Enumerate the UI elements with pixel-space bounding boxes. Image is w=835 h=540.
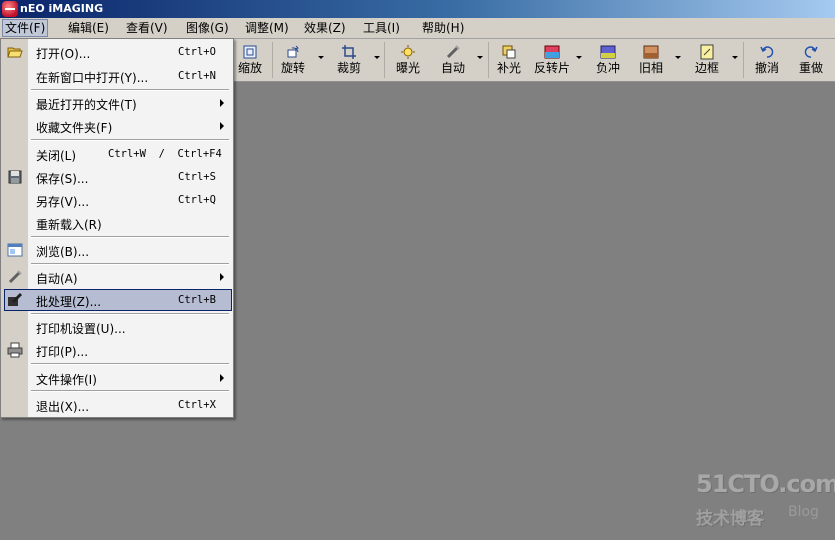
- fill-light-icon: [501, 44, 517, 60]
- submenu-arrow-icon: [220, 99, 224, 107]
- menu-open[interactable]: 打开(O)... Ctrl+O: [1, 41, 233, 63]
- menu-printer-setup[interactable]: 打印机设置(U)...: [1, 316, 233, 338]
- watermark-blog: Blog: [788, 504, 819, 520]
- menu-recent-files[interactable]: 最近打开的文件(T): [1, 92, 233, 114]
- auto-dropdown-arrow[interactable]: [477, 56, 483, 59]
- crop-dropdown-arrow[interactable]: [374, 56, 380, 59]
- vintage-icon: [643, 44, 659, 60]
- frame-button[interactable]: 边框: [692, 41, 722, 79]
- exposure-icon: [400, 44, 416, 60]
- save-disk-icon: [7, 169, 23, 185]
- menu-separator: [31, 390, 229, 392]
- title-bar: nEO iMAGING: [0, 0, 835, 18]
- rotate-icon: [285, 44, 301, 60]
- crop-button[interactable]: 裁剪: [334, 41, 364, 79]
- watermark: 51CTO.com 技术博客 Blog: [696, 470, 835, 530]
- menu-print[interactable]: 打印(P)...: [1, 339, 233, 361]
- menu-help[interactable]: 帮助(H): [420, 20, 466, 36]
- auto-wand-icon: [445, 44, 461, 60]
- watermark-subtitle: 技术博客: [696, 509, 764, 529]
- menu-save[interactable]: 保存(S)... Ctrl+S: [1, 166, 233, 188]
- vintage-dropdown-arrow[interactable]: [675, 56, 681, 59]
- fill-light-button[interactable]: 补光: [494, 41, 524, 79]
- toolbar-separator: [384, 42, 385, 78]
- zoom-button[interactable]: 缩放: [235, 41, 265, 79]
- toolbar: 缩放 旋转 裁剪 曝光 自动 补光 反转片 负冲 旧相 边框 撤消 重做: [232, 39, 835, 82]
- undo-icon: [759, 44, 775, 60]
- printer-icon: [7, 342, 23, 358]
- exposure-button[interactable]: 曝光: [393, 41, 423, 79]
- watermark-site: 51CTO.com: [696, 470, 835, 498]
- menu-browse[interactable]: 浏览(B)...: [1, 239, 233, 261]
- menu-bar: 文件(F) 编辑(E) 查看(V) 图像(G) 调整(M) 效果(Z) 工具(I…: [0, 18, 835, 39]
- frame-icon: [699, 44, 715, 60]
- menu-separator: [31, 313, 229, 315]
- menu-batch-process[interactable]: 批处理(Z)... Ctrl+B: [1, 289, 233, 311]
- menu-file-operations[interactable]: 文件操作(I): [1, 367, 233, 389]
- menu-separator: [31, 139, 229, 141]
- cross-process-icon: [544, 44, 560, 60]
- auto-button[interactable]: 自动: [438, 41, 468, 79]
- cross-process-dropdown-arrow[interactable]: [576, 56, 582, 59]
- submenu-arrow-icon: [220, 374, 224, 382]
- negative-icon: [600, 44, 616, 60]
- undo-button[interactable]: 撤消: [752, 41, 782, 79]
- menu-favorite-folders[interactable]: 收藏文件夹(F): [1, 115, 233, 137]
- cross-process-button[interactable]: 反转片: [532, 41, 572, 79]
- batch-icon: [7, 292, 23, 308]
- rotate-dropdown-arrow[interactable]: [318, 56, 324, 59]
- toolbar-separator: [743, 42, 744, 78]
- redo-icon: [803, 44, 819, 60]
- redo-button[interactable]: 重做: [796, 41, 826, 79]
- negative-button[interactable]: 负冲: [593, 41, 623, 79]
- window-title: nEO iMAGING: [20, 2, 104, 15]
- submenu-arrow-icon: [220, 273, 224, 281]
- menu-view[interactable]: 查看(V): [124, 20, 170, 36]
- browse-window-icon: [7, 242, 23, 258]
- auto-wand-icon: [7, 269, 23, 285]
- open-folder-icon: [7, 44, 23, 60]
- menu-exit[interactable]: 退出(X)... Ctrl+X: [1, 394, 233, 416]
- submenu-arrow-icon: [220, 122, 224, 130]
- menu-separator: [31, 236, 229, 238]
- menu-reload[interactable]: 重新载入(R): [1, 212, 233, 234]
- zoom-icon: [242, 44, 258, 60]
- menu-file[interactable]: 文件(F): [2, 19, 49, 37]
- menu-close[interactable]: 关闭(L) Ctrl+W / Ctrl+F4: [1, 143, 233, 165]
- frame-dropdown-arrow[interactable]: [732, 56, 738, 59]
- menu-tools[interactable]: 工具(I): [361, 20, 402, 36]
- toolbar-separator: [488, 42, 489, 78]
- vintage-button[interactable]: 旧相: [636, 41, 666, 79]
- menu-adjust[interactable]: 调整(M): [243, 20, 291, 36]
- menu-separator: [31, 89, 229, 91]
- menu-separator: [31, 263, 229, 265]
- menu-save-as[interactable]: 另存(V)... Ctrl+Q: [1, 189, 233, 211]
- app-logo-icon: [2, 1, 18, 17]
- menu-image[interactable]: 图像(G): [184, 20, 231, 36]
- crop-icon: [341, 44, 357, 60]
- menu-edit[interactable]: 编辑(E): [66, 20, 111, 36]
- toolbar-separator: [272, 42, 273, 78]
- file-menu-dropdown: 打开(O)... Ctrl+O 在新窗口中打开(Y)... Ctrl+N 最近打…: [0, 38, 234, 418]
- menu-effects[interactable]: 效果(Z): [302, 20, 348, 36]
- menu-separator: [31, 363, 229, 365]
- menu-auto[interactable]: 自动(A): [1, 266, 233, 288]
- menu-open-in-new-window[interactable]: 在新窗口中打开(Y)... Ctrl+N: [1, 65, 233, 87]
- rotate-button[interactable]: 旋转: [278, 41, 308, 79]
